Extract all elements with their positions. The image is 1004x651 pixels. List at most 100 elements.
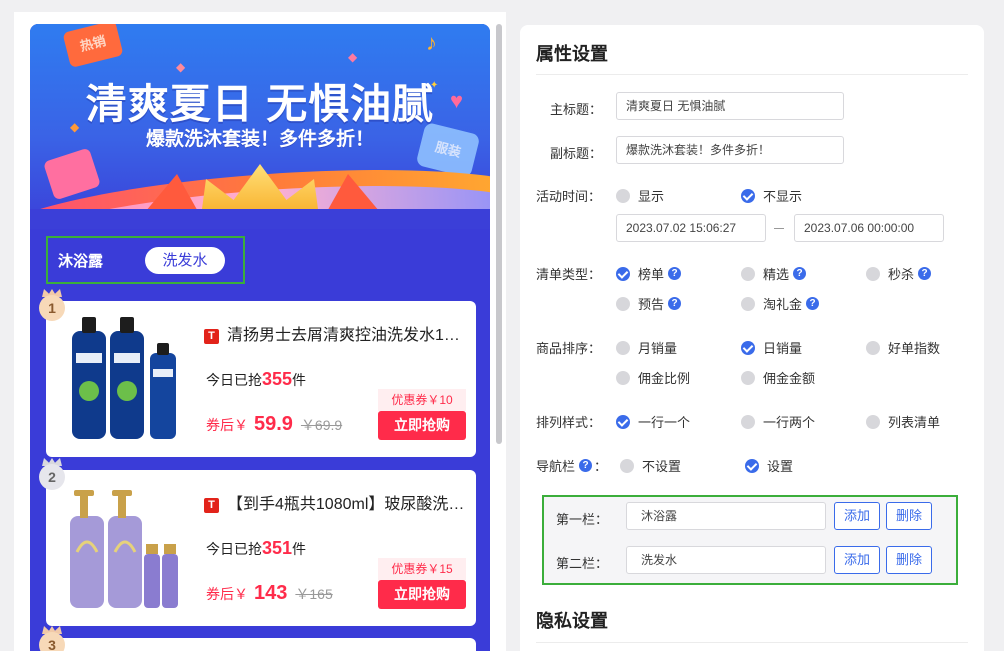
option-label: 精选	[763, 267, 790, 282]
add-button[interactable]: 添加	[834, 546, 880, 574]
radio-unchecked-icon	[616, 296, 630, 311]
radio-unchecked-icon	[866, 340, 880, 355]
banner-base	[30, 209, 490, 229]
help-icon[interactable]: ?	[668, 297, 682, 310]
option-label: 月销量	[638, 341, 678, 356]
list-type-option[interactable]: 秒杀?	[866, 264, 932, 283]
price-row: 券后￥ 143 ￥165	[206, 582, 333, 605]
product-name-text: 清扬男士去屑清爽控油洗发水1…	[227, 327, 460, 344]
sort-label: 商品排序：	[536, 341, 602, 356]
sold-prefix: 今日已抢	[206, 372, 262, 388]
nav-row-input[interactable]: 沐浴露	[626, 502, 826, 530]
option-label: 一行两个	[763, 415, 816, 430]
original-price: ￥165	[295, 586, 333, 602]
radio-unchecked-icon	[741, 296, 755, 311]
nav-row-label: 第二栏：	[556, 556, 609, 571]
radio-unchecked-icon	[620, 458, 634, 473]
sort-option[interactable]: 月销量	[616, 338, 677, 357]
sort-option[interactable]: 佣金比例	[616, 368, 690, 387]
list-type-option[interactable]: 淘礼金?	[741, 294, 820, 313]
product-name[interactable]: T 清扬男士去屑清爽控油洗发水1…	[204, 321, 466, 345]
product-name[interactable]: T 【到手4瓶共1080ml】玻尿酸洗…	[204, 490, 466, 514]
price-prefix: 券后￥	[206, 586, 248, 602]
subtitle-label: 副标题：	[550, 146, 603, 161]
sort-option[interactable]: 佣金金额	[741, 368, 815, 387]
help-icon[interactable]: ?	[793, 267, 807, 280]
radio-unchecked-icon	[866, 414, 880, 429]
list-type-option[interactable]: 预告?	[616, 294, 682, 313]
radio-checked-icon	[745, 458, 759, 473]
rank-badge: 3	[38, 626, 66, 651]
radio-checked-icon	[616, 414, 630, 429]
list-type-label: 清单类型：	[536, 267, 602, 282]
list-type-option[interactable]: 榜单?	[616, 264, 682, 283]
original-price: ￥69.9	[300, 417, 343, 433]
nav-tab-body-wash[interactable]: 沐浴露	[58, 250, 103, 271]
sold-suffix: 件	[292, 541, 307, 557]
layout-option[interactable]: 一行两个	[741, 412, 815, 431]
coupon-badge: 优惠券￥15	[378, 558, 466, 580]
preview-scrollbar[interactable]	[496, 24, 502, 444]
option-label: 不设置	[642, 459, 682, 474]
sold-count: 355	[262, 369, 293, 389]
radio-checked-icon	[741, 340, 755, 355]
product-card[interactable]: 3	[39, 626, 476, 651]
product-image-shampoo-bottles	[70, 490, 178, 608]
add-button[interactable]: 添加	[834, 502, 880, 530]
option-label: 秒杀	[888, 267, 915, 282]
navbar-off-radio[interactable]: 不设置	[620, 456, 681, 475]
option-label: 预告	[638, 297, 665, 312]
end-time-input[interactable]: 2023.07.06 00:00:00	[794, 214, 944, 242]
help-icon[interactable]: ?	[668, 267, 682, 280]
sort-option[interactable]: 好单指数	[866, 338, 940, 357]
preview-panel: 热销 ♪ ◆ ◆ ◆ ✦ ♥ 服装 清爽夏日 无惧油腻 爆款洗沐套装！多件多折！…	[14, 12, 506, 651]
rank-number: 3	[39, 632, 65, 651]
hot-sale-tag-decoration: 热销	[62, 24, 124, 68]
buy-now-button[interactable]: 立即抢购	[378, 411, 466, 440]
option-label: 好单指数	[888, 341, 941, 356]
option-label: 日销量	[763, 341, 803, 356]
banner-title: 清爽夏日 无惧油腻	[85, 81, 435, 127]
attribute-settings-title: 属性设置	[536, 44, 608, 64]
navbar-label-text: 导航栏	[536, 459, 576, 474]
nav-row-input[interactable]: 洗发水	[626, 546, 826, 574]
radio-unchecked-icon	[616, 340, 630, 355]
sold-today: 今日已抢351件	[206, 538, 306, 559]
sold-suffix: 件	[292, 372, 307, 388]
help-icon[interactable]: ?	[918, 267, 932, 280]
music-note-icon: ♪	[426, 30, 437, 55]
option-label: 一行一个	[638, 415, 691, 430]
help-icon[interactable]: ?	[579, 459, 593, 472]
option-label: 显示	[638, 189, 665, 204]
option-label: 榜单	[638, 267, 665, 282]
date-range-separator	[774, 228, 784, 229]
product-card[interactable]: 2 T 【到手4瓶共1080ml】玻尿酸洗… 今日已抢351件 券后￥ 143 …	[39, 458, 476, 626]
buy-now-button[interactable]: 立即抢购	[378, 580, 466, 609]
sort-option[interactable]: 日销量	[741, 338, 802, 357]
subtitle-input[interactable]: 爆款洗沐套装！多件多折！	[616, 136, 844, 164]
sparkle-icon: ◆	[348, 50, 358, 64]
main-title-input[interactable]: 清爽夏日 无惧油腻	[616, 92, 844, 120]
pink-box-decoration	[42, 147, 102, 201]
activity-preview: 热销 ♪ ◆ ◆ ◆ ✦ ♥ 服装 清爽夏日 无惧油腻 爆款洗沐套装！多件多折！…	[30, 24, 490, 651]
help-icon[interactable]: ?	[806, 297, 820, 310]
banner-subtitle: 爆款洗沐套装！多件多折！	[145, 129, 374, 150]
option-label: 佣金金额	[763, 371, 816, 386]
product-card[interactable]: 1 T 清扬男士去屑清爽控油洗发水1… 今日已抢355件 券后￥ 59.9 ￥6…	[39, 289, 476, 457]
delete-button[interactable]: 删除	[886, 502, 932, 530]
product-image-shampoo-bottles	[72, 317, 176, 439]
start-time-input[interactable]: 2023.07.02 15:06:27	[616, 214, 766, 242]
layout-option[interactable]: 一行一个	[616, 412, 690, 431]
layout-option[interactable]: 列表清单	[866, 412, 940, 431]
option-label: 列表清单	[888, 415, 941, 430]
navbar-on-radio[interactable]: 设置	[745, 456, 793, 475]
tmall-icon: T	[204, 498, 219, 513]
time-show-radio[interactable]: 显示	[616, 186, 664, 205]
radio-unchecked-icon	[616, 370, 630, 385]
delete-button[interactable]: 删除	[886, 546, 932, 574]
radio-unchecked-icon	[616, 188, 630, 203]
time-hide-radio[interactable]: 不显示	[741, 186, 802, 205]
nav-tab-shampoo[interactable]: 洗发水	[145, 247, 225, 274]
list-type-option[interactable]: 精选?	[741, 264, 807, 283]
tmall-icon: T	[204, 329, 219, 344]
